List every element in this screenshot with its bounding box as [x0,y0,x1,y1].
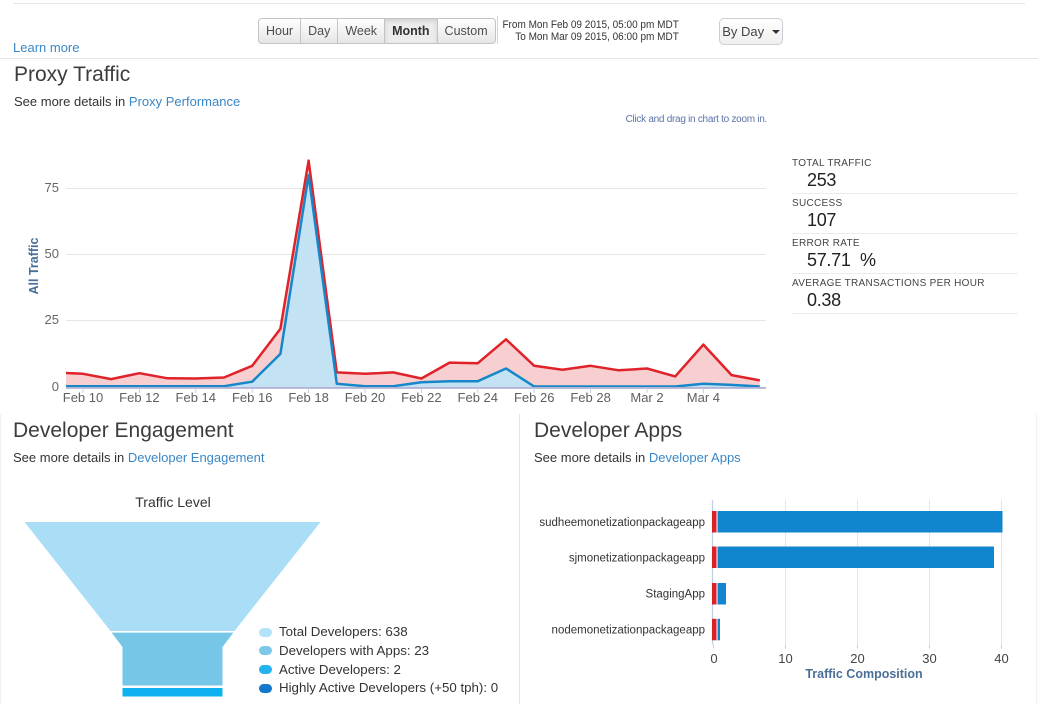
svg-text:Feb 22: Feb 22 [401,390,441,405]
svg-text:Feb 20: Feb 20 [345,390,385,405]
svg-text:nodemonetizationpackageapp: nodemonetizationpackageapp [552,625,705,637]
svg-text:Traffic Level: Traffic Level [135,494,210,510]
svg-text:75: 75 [45,180,59,195]
svg-text:40: 40 [994,651,1008,666]
svg-text:Feb 26: Feb 26 [514,390,554,405]
svg-text:Feb 16: Feb 16 [232,390,272,405]
svg-text:Feb 14: Feb 14 [176,390,216,405]
svg-text:Feb 24: Feb 24 [458,390,498,405]
svg-text:0: 0 [710,651,717,666]
svg-text:30: 30 [922,651,936,666]
svg-text:0: 0 [52,379,59,394]
svg-text:Feb 28: Feb 28 [570,390,610,405]
svg-text:sudheemonetizationpackageapp: sudheemonetizationpackageapp [539,517,705,529]
svg-text:Mar 4: Mar 4 [687,390,720,405]
svg-text:25: 25 [45,312,59,327]
svg-text:sjmonetizationpackageapp: sjmonetizationpackageapp [569,553,705,565]
svg-text:Traffic Composition: Traffic Composition [805,667,922,681]
svg-text:20: 20 [850,651,864,666]
svg-text:All Traffic: All Traffic [27,237,41,294]
svg-text:Feb 12: Feb 12 [119,390,159,405]
svg-text:Feb 10: Feb 10 [63,390,103,405]
svg-text:50: 50 [45,246,59,261]
svg-text:Mar 2: Mar 2 [630,390,663,405]
svg-text:Feb 18: Feb 18 [288,390,328,405]
svg-text:StagingApp: StagingApp [646,589,705,601]
svg-text:10: 10 [778,651,792,666]
